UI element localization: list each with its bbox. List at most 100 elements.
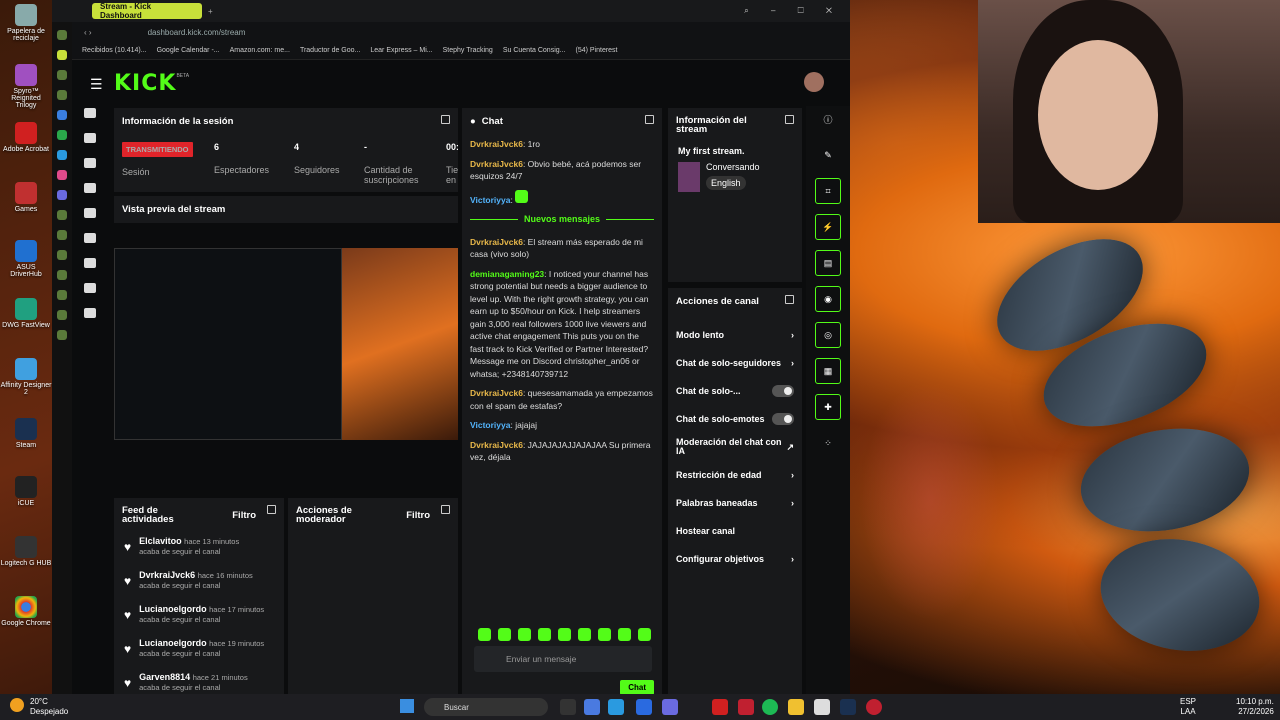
taskbar-app-icon[interactable] [738,699,754,715]
start-icon[interactable] [400,699,414,713]
weather-widget[interactable]: 20°C Despejado [30,697,68,717]
broadcast-icon[interactable] [84,108,96,118]
note-icon[interactable]: ▤ [815,250,841,276]
chat-message[interactable]: Victoriyya: [470,189,654,207]
taskbar-app-icon[interactable] [636,699,652,715]
bookmark[interactable]: (54) Pinterest [575,47,617,54]
taskbar-app-icon[interactable] [840,699,856,715]
download-icon[interactable] [84,308,96,318]
edit-icon[interactable]: ✎ [815,142,841,168]
desktop-icon[interactable]: DWG FastView [0,298,52,329]
chat-bubble-icon[interactable]: ◉ [815,286,841,312]
filter-button[interactable]: Filtro [406,510,430,521]
taskbar-app-icon[interactable] [584,699,600,715]
broadcast-icon[interactable]: ◎ [815,322,841,348]
desktop-icon[interactable]: Games [0,182,52,213]
taskbar-app-icon[interactable] [814,699,830,715]
desktop-icon[interactable]: ASUS DriverHub [0,240,52,278]
users-icon[interactable] [84,283,96,293]
bookmark[interactable]: Recibidos (10.414)... [82,47,147,54]
emote-bar[interactable] [478,628,658,643]
desktop-icon[interactable]: Spyro™ Reignited Trilogy [0,64,52,109]
action-item[interactable]: Chat de solo-... [668,377,802,405]
desktop-icon[interactable]: Google Chrome [0,596,52,627]
filter-button[interactable]: Filtro [232,510,256,521]
bolt-icon[interactable]: ⚡ [815,214,841,240]
info-icon[interactable]: ⓘ [815,106,841,132]
window-controls[interactable]: ⌕ – ☐ ✕ [744,6,842,16]
action-item[interactable]: Modo lento › [668,321,802,349]
category-block[interactable]: Conversando English [668,160,802,194]
action-item[interactable]: Hostear canal [668,517,802,545]
chat-message[interactable]: Victoriyya: jajajaj [470,419,654,432]
expand-icon[interactable] [441,505,450,514]
bookmark[interactable]: Stephy Tracking [443,47,493,54]
send-chat-button[interactable]: Chat [620,680,654,695]
search-input[interactable]: Buscar [424,698,548,716]
desktop-icon[interactable]: Papelera de reciclaje [0,4,52,42]
expand-icon[interactable] [645,115,654,124]
chat-input[interactable]: Enviar un mensaje [474,646,652,672]
list-item[interactable]: ♥ DvrkraiJvck6 hace 16 minutos acaba de se… [114,570,284,604]
bookmark[interactable]: Amazon.com: me... [230,47,290,54]
action-item[interactable]: Chat de solo-seguidores › [668,349,802,377]
wrench-icon[interactable] [84,258,96,268]
toggle[interactable] [772,413,794,425]
action-item[interactable]: Restricción de edad › [668,461,802,489]
weather-icon[interactable] [10,698,24,712]
expand-icon[interactable] [785,115,794,124]
clock[interactable]: 10:10 p.m. 27/2/2026 [1236,697,1274,717]
chat-message[interactable]: demianagaming23: I noticed your channel … [470,268,654,381]
list-item[interactable]: ♥ Lucianoelgordo hace 17 minutos acaba de … [114,604,284,638]
desktop-icon[interactable]: iCUE [0,476,52,507]
taskbar-app-icon[interactable] [788,699,804,715]
bookmark[interactable]: Google Calendar -... [157,47,220,54]
action-item[interactable]: Configurar objetivos › [668,545,802,573]
taskbar-app-icon[interactable] [866,699,882,715]
browser-tab[interactable]: Stream - Kick Dashboard [92,2,202,20]
back-icon[interactable]: ‹ › [84,28,92,37]
action-item[interactable]: Moderación del chat con IA ↗ [668,433,802,461]
taskbar-app-icon[interactable] [560,699,576,715]
taskbar-app-icon[interactable] [608,699,624,715]
action-item[interactable]: Palabras baneadas › [668,489,802,517]
taskbar-app-icon[interactable] [712,699,728,715]
chat-message[interactable]: DvrkraiJvck6: quesesamamada ya empezamos… [470,387,654,412]
chat-message[interactable]: DvrkraiJvck6: Obvio bebé, acá podemos se… [470,158,654,183]
list-item[interactable]: ♥ Elclavitoo hace 13 minutos acaba de segu… [114,536,284,570]
gift-icon[interactable] [84,208,96,218]
taskbar-app-icon[interactable] [662,699,678,715]
address-bar[interactable]: ‹ › dashboard.kick.com/stream [52,22,850,42]
stats-icon[interactable] [84,158,96,168]
bookmark[interactable]: Lear Express – Mi... [370,47,432,54]
chat-message[interactable]: DvrkraiJvck6: 1ro [470,138,654,151]
url-text[interactable]: dashboard.kick.com/stream [148,28,850,37]
desktop-icon[interactable]: Steam [0,418,52,449]
trophy-icon[interactable] [84,183,96,193]
chat-message[interactable]: DvrkraiJvck6: El stream más esperado de … [470,236,654,261]
stream-preview[interactable] [114,248,458,440]
expand-icon[interactable] [785,295,794,304]
action-item[interactable]: Chat de solo-emotes [668,405,802,433]
menu-icon[interactable]: ☰ [90,76,103,93]
taskbar-app-icon[interactable] [762,699,778,715]
wrench-icon[interactable]: ✚ [815,394,841,420]
video-icon[interactable] [84,233,96,243]
more-icon[interactable]: ⁘ [815,430,841,456]
link-icon[interactable] [84,133,96,143]
expand-icon[interactable] [441,115,450,124]
desktop-icon[interactable]: Logitech G HUB [0,536,52,567]
toggle[interactable] [772,385,794,397]
bookmark[interactable]: Traductor de Goo... [300,47,360,54]
scan-icon[interactable]: ⌗ [815,178,841,204]
list-item[interactable]: ♥ Lucianoelgordo hace 19 minutos acaba de … [114,638,284,672]
chat-message[interactable]: DvrkraiJvck6: JAJAJAJAJJAJAJAA Su primer… [470,439,654,464]
new-tab-icon[interactable]: + [208,7,213,16]
desktop-icon[interactable]: Adobe Acrobat [0,122,52,153]
layout-icon[interactable]: ▦ [815,358,841,384]
expand-icon[interactable] [267,505,276,514]
desktop-icon[interactable]: Affinity Designer 2 [0,358,52,396]
kick-logo[interactable]: KICK [114,71,176,96]
language-indicator[interactable]: ESP LAA [1180,697,1196,717]
bookmark[interactable]: Su Cuenta Consig... [503,47,566,54]
